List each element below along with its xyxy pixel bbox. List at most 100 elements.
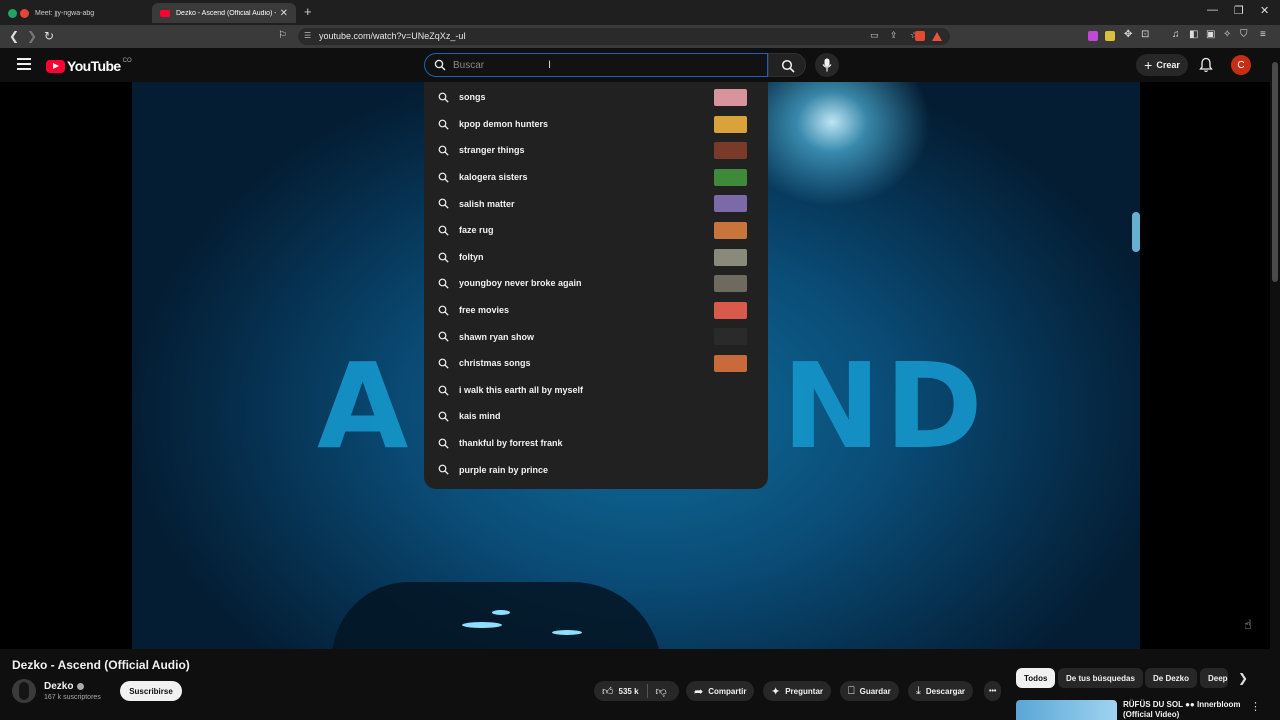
suggestion-item[interactable]: foltyn [424, 244, 768, 271]
media-icon[interactable]: ♫ [1172, 29, 1180, 40]
chip-from-searches[interactable]: De tus búsquedas [1058, 668, 1143, 688]
ask-button[interactable]: ✦ Preguntar [763, 681, 832, 701]
more-vertical-icon[interactable]: ⋮ [1250, 700, 1261, 713]
suggestion-item[interactable]: kpop demon hunters [424, 111, 768, 138]
chip-from-dezko[interactable]: De Dezko [1145, 668, 1198, 688]
chip-deep[interactable]: Deep [1200, 668, 1228, 688]
search-icon [438, 92, 449, 103]
voice-search-button[interactable] [815, 53, 839, 77]
menu-icon[interactable]: ≡ [1260, 29, 1266, 40]
microphone-icon [822, 58, 832, 72]
light-glint [492, 610, 510, 615]
suggestion-item[interactable]: christmas songs [424, 350, 768, 377]
thumbs-down-icon: 👎︎ [655, 685, 667, 698]
share-button[interactable]: ➦ Compartir [686, 681, 755, 701]
download-button[interactable]: ⤓ Descargar [908, 681, 974, 701]
chip-todos[interactable]: Todos [1016, 668, 1056, 688]
minimize-icon[interactable]: — [1207, 4, 1218, 16]
tab-title: Dezko - Ascend (Official Audio) - YouTub… [176, 9, 276, 17]
suggestion-thumbnail [714, 89, 747, 106]
more-actions-button[interactable]: ••• [984, 681, 1002, 701]
search-icon [438, 172, 449, 183]
autoplay-hand-icon[interactable]: ☝ [1244, 617, 1252, 633]
channel-name[interactable]: Dezko [44, 681, 85, 692]
suggestion-item[interactable]: kalogera sisters [424, 164, 768, 191]
address-bar[interactable]: ☰ youtube.com/watch?v=UNeZqXz_-uI ▭ ⇪ ☆ [298, 28, 950, 45]
suggestion-item[interactable]: youngboy never broke again [424, 270, 768, 297]
extension-yellow-icon[interactable] [1105, 31, 1115, 41]
forward-icon[interactable]: ❯ [27, 29, 37, 43]
leo-ai-icon[interactable]: ✧ [1223, 29, 1231, 40]
chevron-right-icon[interactable]: ❯ [1238, 671, 1248, 685]
suggestion-text: kalogera sisters [459, 172, 528, 183]
back-icon[interactable]: ❮ [9, 29, 19, 43]
suggestion-item[interactable]: shawn ryan show [424, 323, 768, 350]
suggestion-item[interactable]: kais mind [424, 403, 768, 430]
suggestion-item[interactable]: free movies [424, 297, 768, 324]
extensions-puzzle-icon[interactable]: ✥ [1124, 29, 1132, 40]
suggestion-thumbnail [714, 142, 747, 160]
close-tab-icon[interactable]: ✕ [280, 8, 288, 19]
subscribe-button[interactable]: Suscribirse [120, 681, 182, 701]
notifications-bell-icon[interactable] [1199, 57, 1213, 73]
download-label: Descargar [925, 686, 966, 696]
brave-shield-icon[interactable] [915, 31, 925, 41]
suggestion-item[interactable]: stranger things [424, 137, 768, 164]
suggestion-text: i walk this earth all by myself [459, 384, 584, 395]
vpn-shield-icon[interactable]: ⛉ [1240, 29, 1248, 40]
recommended-video-title[interactable]: RÜFÜS DU SOL ●● Innerbloom (Official Vid… [1123, 700, 1243, 720]
share-page-icon[interactable]: ⇪ [890, 30, 898, 41]
youtube-logo[interactable]: YouTube CO [46, 58, 132, 74]
close-window-icon[interactable]: ✕ [1260, 4, 1269, 17]
cast-icon[interactable]: ▭ [870, 30, 879, 41]
like-button[interactable]: 👍︎ 535 k [594, 681, 647, 701]
recommended-video-thumbnail[interactable] [1016, 700, 1117, 720]
bookmark-icon[interactable]: ⚐ [278, 30, 287, 41]
search-box[interactable] [424, 53, 768, 77]
suggestion-item[interactable]: purple rain by prince [424, 456, 768, 483]
youtube-favicon-icon [160, 9, 170, 17]
search-input[interactable] [453, 58, 753, 73]
maximize-icon[interactable]: ❐ [1234, 4, 1244, 17]
page-scrollbar[interactable] [1270, 48, 1280, 720]
site-info-icon[interactable]: ☰ [304, 31, 311, 40]
new-tab-button[interactable]: + [304, 4, 312, 19]
search-icon [781, 59, 795, 73]
suggestion-text: shawn ryan show [459, 331, 535, 342]
rewards-icon[interactable] [932, 32, 942, 41]
wallet-icon[interactable]: ▣ [1206, 29, 1215, 40]
guide-menu-icon[interactable] [17, 58, 31, 70]
search-icon [438, 225, 449, 236]
account-avatar[interactable]: C [1231, 55, 1251, 75]
extension-download-icon[interactable] [1088, 31, 1098, 41]
tab-meet[interactable]: Meet: jjy-ngwa-abg [0, 3, 150, 23]
sparkle-icon: ✦ [771, 685, 781, 698]
youtube-play-icon [46, 59, 65, 73]
screenshot-icon[interactable]: ⊡ [1141, 29, 1149, 40]
recording-indicator-icon [20, 8, 29, 18]
suggestion-item[interactable]: i walk this earth all by myself [424, 377, 768, 404]
channel-avatar[interactable] [12, 679, 36, 703]
suggestion-item[interactable]: faze rug [424, 217, 768, 244]
create-button[interactable]: + Crear [1136, 54, 1188, 76]
suggestion-item[interactable]: thankful by forrest frank [424, 430, 768, 457]
save-button[interactable]: ⎕ Guardar [840, 681, 899, 701]
reload-icon[interactable]: ↻ [44, 29, 54, 43]
youtube-masthead: YouTube CO + Crear C [0, 48, 1270, 82]
suggestion-text: faze rug [459, 225, 494, 236]
tab-youtube[interactable]: Dezko - Ascend (Official Audio) - YouTub… [152, 3, 296, 23]
scrollbar-thumb[interactable] [1272, 62, 1278, 282]
sidebar-icon[interactable]: ◧ [1189, 29, 1198, 40]
suggestion-thumbnail [714, 195, 747, 213]
suggestion-text: christmas songs [459, 358, 531, 369]
search-icon [438, 331, 449, 343]
meet-favicon-icon [8, 8, 17, 18]
search-button[interactable] [768, 53, 806, 77]
suggestion-item[interactable]: songs [424, 84, 768, 111]
video-title: Dezko - Ascend (Official Audio) [12, 658, 190, 672]
subscriber-count: 167 k suscriptores [44, 694, 101, 701]
suggestion-item[interactable]: salish matter [424, 190, 768, 217]
dislike-button[interactable]: 👎︎ [648, 681, 675, 701]
suggestion-thumbnail [714, 115, 747, 133]
search-icon [438, 305, 449, 316]
